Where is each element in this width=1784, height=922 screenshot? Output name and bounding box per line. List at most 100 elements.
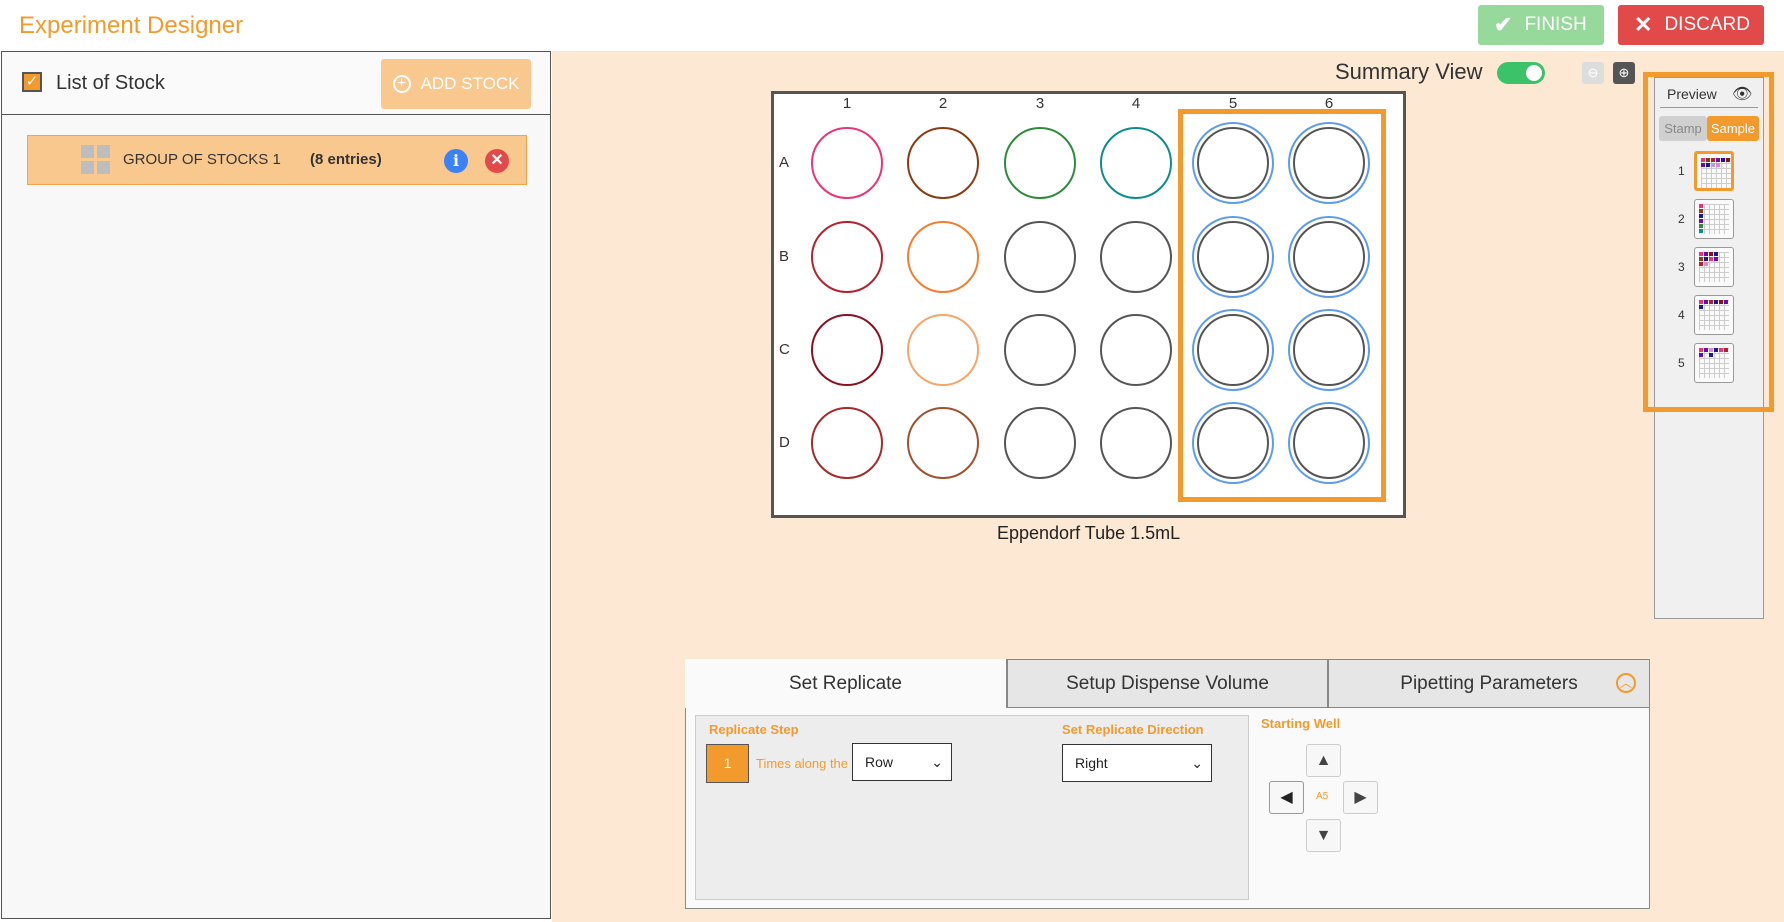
thumbnail-grid	[1699, 300, 1729, 330]
grid-icon	[81, 145, 111, 175]
tab-setup-dispense-volume[interactable]: Setup Dispense Volume	[1007, 659, 1328, 708]
thumbnail-mark	[1709, 353, 1713, 357]
preview-divider	[1660, 107, 1758, 108]
add-stock-button[interactable]: + ADD STOCK	[381, 59, 531, 109]
thumbnail-mark	[1699, 209, 1703, 213]
replicate-step-input[interactable]: 1	[706, 744, 749, 783]
well-C2[interactable]	[907, 314, 979, 386]
add-stock-label: ADD STOCK	[420, 74, 520, 93]
row-label: C	[779, 341, 790, 358]
direction-select-value: Right	[1075, 755, 1108, 771]
thumbnail-mark	[1699, 219, 1703, 223]
tab-stamp[interactable]: Stamp	[1659, 116, 1707, 141]
thumbnail-mark	[1704, 348, 1708, 352]
zoom-out-icon[interactable]: ⊖	[1582, 62, 1604, 84]
stock-panel-title: List of Stock	[56, 72, 165, 94]
stock-group-count: (8 entries)	[310, 151, 382, 168]
well-B3[interactable]	[1004, 221, 1076, 293]
direction-select[interactable]: Right ⌄	[1062, 744, 1212, 782]
thumbnail-mark	[1711, 163, 1715, 167]
tab-sample[interactable]: Sample	[1707, 116, 1759, 141]
well-D1[interactable]	[811, 407, 883, 479]
times-along-label: Times along the	[756, 756, 849, 771]
top-bar: Experiment Designer ✔ FINISH ✕ DISCARD	[0, 0, 1784, 50]
thumbnail-mark	[1716, 163, 1720, 167]
zoom-in-icon[interactable]: ⊕	[1613, 62, 1635, 84]
thumbnail-mark	[1726, 158, 1730, 162]
stock-panel: ✓ List of Stock + ADD STOCK GROUP OF STO…	[1, 51, 551, 919]
toggle-knob	[1526, 65, 1542, 81]
thumbnail-mark	[1714, 300, 1718, 304]
thumbnail-mark	[1704, 257, 1708, 261]
thumbnail-mark	[1709, 348, 1713, 352]
info-icon[interactable]: i	[444, 149, 468, 173]
well-A4[interactable]	[1100, 127, 1172, 199]
tab-set-replicate[interactable]: Set Replicate	[685, 659, 1007, 708]
row-label: A	[779, 154, 790, 171]
thumbnail-mark	[1701, 158, 1705, 162]
thumbnail-mark	[1704, 300, 1708, 304]
well-D4[interactable]	[1100, 407, 1172, 479]
finish-button[interactable]: ✔ FINISH	[1478, 5, 1604, 45]
tab-pipetting-parameters[interactable]: Pipetting Parameters	[1328, 659, 1650, 708]
delete-icon[interactable]: ✕	[485, 149, 509, 173]
well-A2[interactable]	[907, 127, 979, 199]
thumbnail-mark	[1719, 348, 1723, 352]
app-title: Experiment Designer	[19, 12, 244, 39]
summary-view-label: Summary View	[1335, 59, 1483, 84]
thumbnail-mark	[1699, 305, 1703, 309]
well-C4[interactable]	[1100, 314, 1172, 386]
select-all-checkbox[interactable]: ✓	[22, 72, 42, 92]
arrow-down-icon[interactable]: ▼	[1306, 819, 1341, 852]
preview-item-number: 2	[1678, 212, 1685, 226]
preview-thumbnail[interactable]	[1694, 295, 1734, 335]
well-A3[interactable]	[1004, 127, 1076, 199]
selection-highlight	[1178, 109, 1386, 502]
thumbnail-mark	[1699, 300, 1703, 304]
discard-button[interactable]: ✕ DISCARD	[1618, 5, 1764, 45]
chevron-down-icon: ⌄	[931, 754, 943, 770]
column-label: 2	[938, 95, 948, 112]
well-B2[interactable]	[907, 221, 979, 293]
thumbnail-mark	[1724, 300, 1728, 304]
finish-label: FINISH	[1524, 14, 1587, 35]
summary-view-toggle[interactable]	[1497, 62, 1545, 84]
well-D3[interactable]	[1004, 407, 1076, 479]
preview-thumbnail[interactable]	[1694, 247, 1734, 287]
well-A1[interactable]	[811, 127, 883, 199]
thumbnail-grid	[1699, 204, 1729, 234]
well-D2[interactable]	[907, 407, 979, 479]
thumbnail-mark	[1714, 252, 1718, 256]
well-C1[interactable]	[811, 314, 883, 386]
thumbnail-mark	[1699, 252, 1703, 256]
row-label: B	[779, 248, 790, 265]
preview-item-number: 4	[1678, 308, 1685, 322]
stock-group-name: GROUP OF STOCKS 1	[123, 151, 281, 168]
preview-thumbnail[interactable]	[1694, 199, 1734, 239]
replicate-step-label: Replicate Step	[709, 722, 799, 737]
arrow-left-icon[interactable]: ◀	[1269, 781, 1304, 814]
along-select[interactable]: Row ⌄	[852, 743, 952, 781]
close-icon: ✕	[1634, 12, 1653, 37]
thumbnail-mark	[1699, 353, 1703, 357]
arrow-right-icon[interactable]: ▶	[1343, 781, 1378, 814]
well-B4[interactable]	[1100, 221, 1172, 293]
thumbnail-mark	[1699, 224, 1703, 228]
plate-name: Eppendorf Tube 1.5mL	[997, 523, 1181, 543]
well-C3[interactable]	[1004, 314, 1076, 386]
starting-well-label: Starting Well	[1261, 716, 1341, 731]
chevron-up-icon[interactable]: ︿	[1616, 673, 1636, 693]
preview-item-number: 1	[1678, 164, 1685, 178]
thumbnail-mark	[1699, 229, 1703, 233]
arrow-up-icon[interactable]: ▲	[1306, 744, 1341, 777]
preview-thumbnail[interactable]	[1694, 151, 1734, 191]
well-B1[interactable]	[811, 221, 883, 293]
thumbnail-grid	[1699, 252, 1729, 282]
thumbnail-mark	[1711, 158, 1715, 162]
preview-thumbnail[interactable]	[1694, 343, 1734, 383]
thumbnail-mark	[1704, 252, 1708, 256]
thumbnail-mark	[1699, 204, 1703, 208]
hide-eye-icon[interactable]: 👁	[1732, 84, 1752, 104]
stock-group-row[interactable]: GROUP OF STOCKS 1 (8 entries) i ✕	[27, 135, 527, 185]
thumbnail-mark	[1701, 163, 1705, 167]
